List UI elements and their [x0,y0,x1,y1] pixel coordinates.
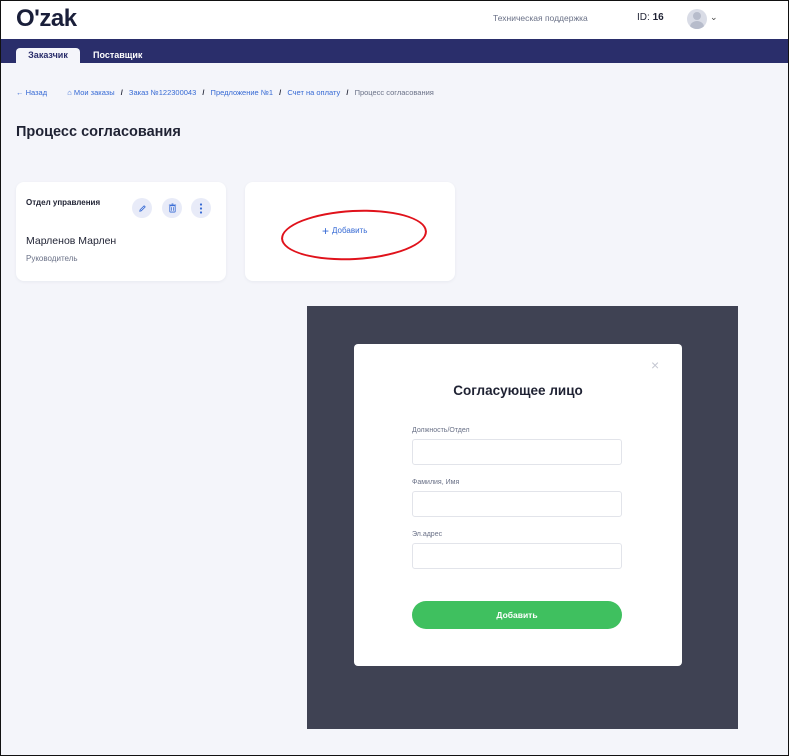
edit-button[interactable] [132,198,152,218]
trash-icon [168,203,176,213]
app-logo[interactable]: O'zak [16,5,77,33]
top-header: O'zak Техническая поддержка ID: 16 ⌄ [0,0,789,39]
position-input[interactable] [412,439,622,465]
fullname-label: Фамилия, Имя [412,479,460,486]
tab-supplier[interactable]: Поставщик [93,48,142,63]
home-icon[interactable]: ⌂ [67,88,72,97]
breadcrumb-separator: / [346,88,349,97]
approver-department: Отдел управления [26,198,101,207]
position-label: Должность/Отдел [412,427,470,434]
support-link[interactable]: Техническая поддержка [493,13,588,23]
breadcrumb-separator: / [279,88,282,97]
breadcrumb-item-invoice[interactable]: Счет на оплату [287,88,340,97]
email-input[interactable] [412,543,622,569]
chevron-down-icon[interactable]: ⌄ [710,12,718,23]
close-icon[interactable]: × [651,358,659,372]
breadcrumb-item-order[interactable]: Заказ №122300043 [129,88,196,97]
fullname-input[interactable] [412,491,622,517]
email-label: Эл.адрес [412,531,443,538]
avatar-icon[interactable] [687,9,707,29]
submit-button[interactable]: Добавить [412,601,622,629]
approver-role: Руководитель [26,254,78,263]
breadcrumb-item-offer[interactable]: Предложение №1 [211,88,273,97]
user-id: ID: 16 [637,12,664,23]
approver-name: Марленов Марлен [26,235,117,247]
modal-title: Согласующее лицо [453,383,583,398]
breadcrumb-separator: / [120,88,123,97]
tab-customer[interactable]: Заказчик [16,48,80,63]
breadcrumb: ← Назад ⌂ Мои заказы / Заказ №122300043 … [16,88,434,97]
user-id-label: ID: [637,12,650,23]
user-id-value: 16 [652,12,664,23]
delete-button[interactable] [162,198,182,218]
edit-icon [138,204,146,212]
more-vertical-icon [199,202,203,214]
breadcrumb-item-orders[interactable]: Мои заказы [74,88,115,97]
approver-modal: × Согласующее лицо Должность/Отдел Фамил… [354,344,682,666]
breadcrumb-separator: / [202,88,205,97]
breadcrumb-current: Процесс согласования [354,88,434,97]
approver-card: Отдел управления Марленов Марлен Руковод… [16,182,226,281]
back-link[interactable]: ← Назад [16,88,47,97]
page-title: Процесс согласования [16,124,181,140]
more-button[interactable] [191,198,211,218]
